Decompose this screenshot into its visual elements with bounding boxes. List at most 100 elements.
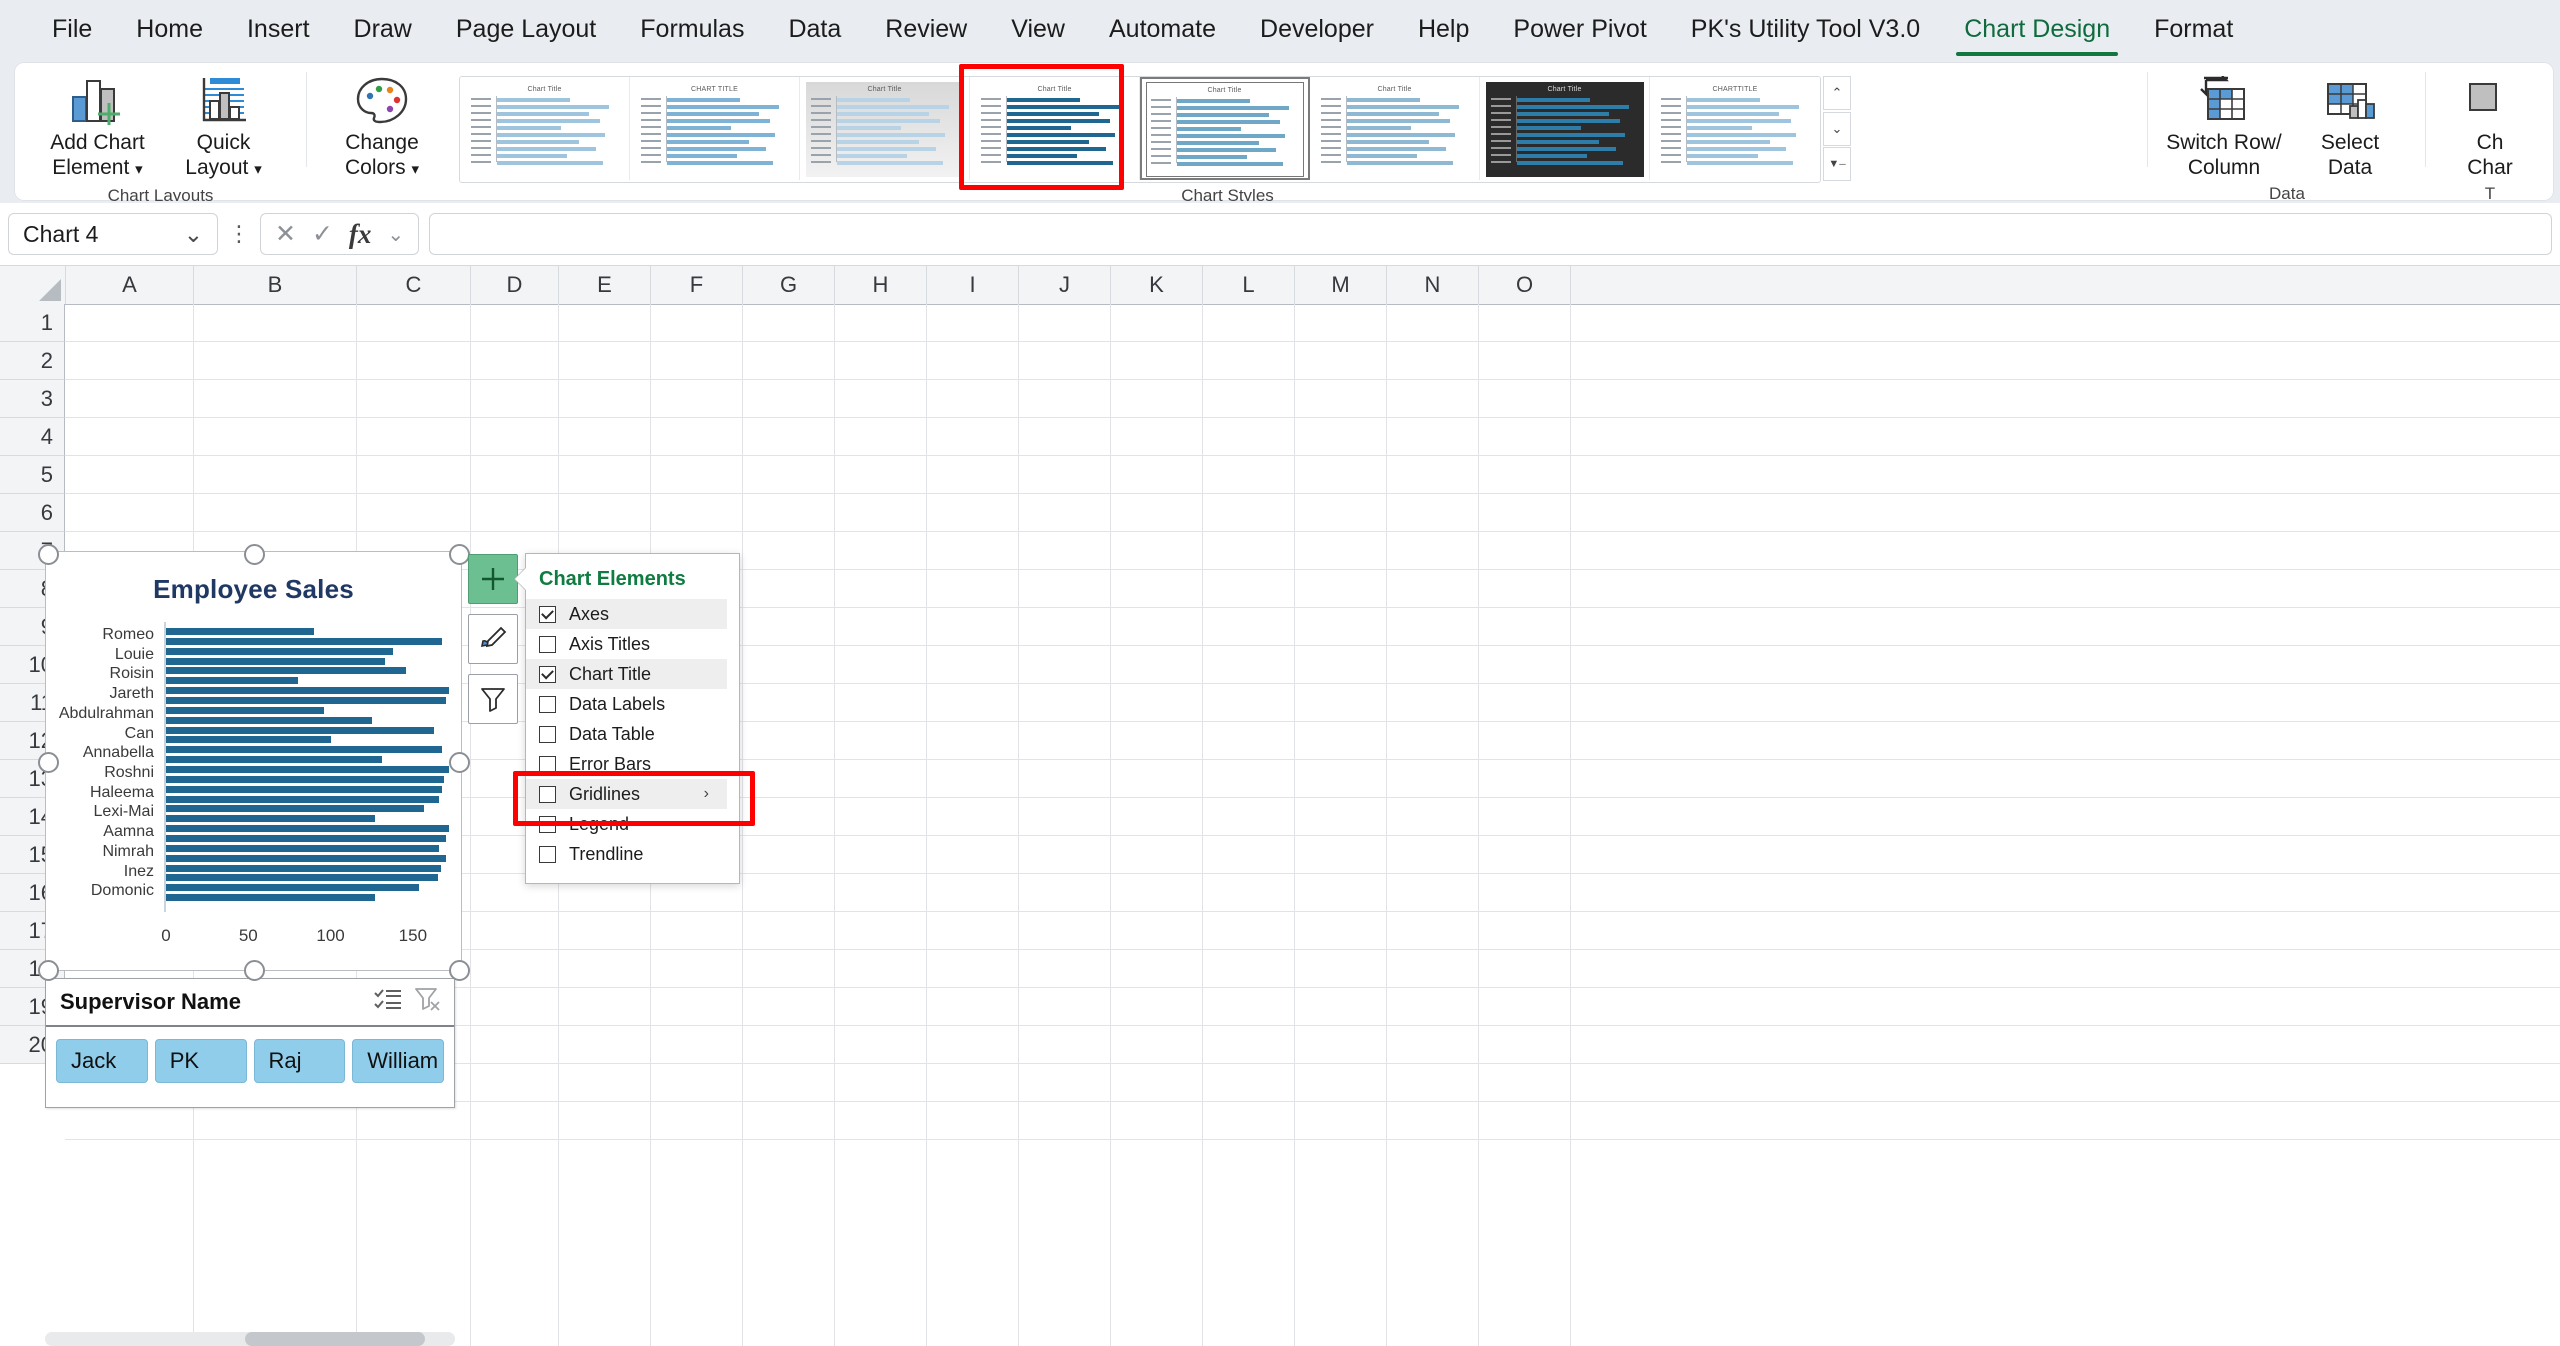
ribbon-tab-draw[interactable]: Draw bbox=[332, 10, 434, 48]
chart-style-thumbnail-6[interactable]: Chart Title bbox=[1310, 77, 1480, 180]
chart-bar[interactable] bbox=[166, 736, 331, 744]
chart-bar[interactable] bbox=[166, 884, 420, 892]
ribbon-tab-data[interactable]: Data bbox=[766, 10, 863, 48]
checkbox-icon[interactable] bbox=[539, 845, 556, 863]
ribbon-tab-pk-s-utility-tool-v3-0[interactable]: PK's Utility Tool V3.0 bbox=[1669, 10, 1942, 48]
chart-element-item-data-labels[interactable]: Data Labels bbox=[526, 689, 739, 719]
chart-object[interactable]: Employee Sales Romeo Louie Roisin Jareth Abd… bbox=[45, 551, 462, 971]
enter-icon[interactable]: ✓ bbox=[312, 219, 333, 249]
cancel-icon[interactable]: ✕ bbox=[275, 219, 296, 249]
chart-plot-area[interactable]: Romeo Louie Roisin Jareth Abdulrahman Can Anna… bbox=[46, 622, 453, 912]
chart-resize-handle-ml[interactable] bbox=[38, 752, 59, 773]
chart-bar[interactable] bbox=[166, 864, 441, 872]
checkbox-icon[interactable] bbox=[539, 725, 556, 743]
column-header-D[interactable]: D bbox=[471, 266, 559, 304]
slicer-item-raj[interactable]: Raj bbox=[253, 1039, 346, 1083]
slicer-items[interactable]: Jack PK Raj William bbox=[46, 1027, 454, 1095]
gallery-more-button[interactable]: ▼ ─ bbox=[1823, 147, 1851, 181]
chart-bar[interactable] bbox=[166, 637, 443, 645]
chart-bar[interactable] bbox=[166, 835, 446, 842]
chart-bar[interactable] bbox=[166, 716, 372, 724]
ribbon-tab-review[interactable]: Review bbox=[863, 10, 989, 48]
chart-bar[interactable] bbox=[166, 697, 446, 704]
column-header-G[interactable]: G bbox=[743, 266, 835, 304]
chart-elements-popup[interactable]: Chart Elements Axes Axis Titles Chart Titl… bbox=[525, 553, 740, 884]
ribbon-tab-format[interactable]: Format bbox=[2132, 10, 2255, 48]
chart-element-item-error-bars[interactable]: Error Bars bbox=[526, 749, 739, 779]
checkbox-icon[interactable] bbox=[539, 635, 556, 653]
ribbon-tab-formulas[interactable]: Formulas bbox=[618, 10, 766, 48]
chart-bar[interactable] bbox=[166, 815, 375, 823]
chart-element-item-trendline[interactable]: Trendline bbox=[526, 839, 739, 869]
slicer-item-jack[interactable]: Jack bbox=[56, 1039, 148, 1083]
column-header-C[interactable]: C bbox=[357, 266, 471, 304]
chart-element-item-axis-titles[interactable]: Axis Titles bbox=[526, 629, 739, 659]
chart-bar[interactable] bbox=[166, 647, 394, 655]
quick-layout-button[interactable]: Quick Layout ▾ bbox=[161, 70, 287, 186]
chart-bar[interactable] bbox=[166, 706, 324, 714]
chart-bar[interactable] bbox=[166, 657, 385, 665]
column-header-M[interactable]: M bbox=[1295, 266, 1387, 304]
row-header-6[interactable]: 6 bbox=[0, 494, 65, 532]
chevron-down-icon[interactable]: ▾ bbox=[254, 161, 262, 178]
chevron-right-icon[interactable]: › bbox=[704, 785, 709, 803]
column-header-E[interactable]: E bbox=[559, 266, 651, 304]
checkbox-icon[interactable] bbox=[539, 665, 556, 683]
change-chart-type-button[interactable]: Ch Char bbox=[2427, 70, 2553, 184]
add-chart-element-button[interactable]: Add Chart Element ▾ bbox=[35, 70, 161, 186]
chart-category-axis-labels[interactable]: Romeo Louie Roisin Jareth Abdulrahman Can Anna… bbox=[46, 622, 158, 912]
row-header-3[interactable]: 3 bbox=[0, 380, 65, 418]
chart-bar[interactable] bbox=[166, 825, 450, 833]
chart-bar[interactable] bbox=[166, 874, 438, 882]
checkbox-icon[interactable] bbox=[539, 695, 556, 713]
column-header-J[interactable]: J bbox=[1019, 266, 1111, 304]
chart-element-item-chart-title[interactable]: Chart Title bbox=[526, 659, 727, 689]
formula-bar-options-icon[interactable]: ⋮ bbox=[228, 223, 250, 245]
chart-bar[interactable] bbox=[166, 756, 382, 764]
chart-resize-handle-tr[interactable] bbox=[449, 544, 470, 565]
chart-filters-button[interactable] bbox=[468, 674, 518, 724]
chart-bar[interactable] bbox=[166, 785, 443, 793]
chart-bar[interactable] bbox=[166, 667, 407, 675]
chart-bar[interactable] bbox=[166, 726, 435, 734]
chevron-down-icon[interactable]: ▾ bbox=[135, 161, 143, 178]
checkbox-icon[interactable] bbox=[539, 815, 556, 833]
column-header-O[interactable]: O bbox=[1479, 266, 1571, 304]
row-header-2[interactable]: 2 bbox=[0, 342, 65, 380]
chart-bar[interactable] bbox=[166, 894, 375, 902]
chart-bar[interactable] bbox=[166, 795, 440, 803]
column-header-K[interactable]: K bbox=[1111, 266, 1203, 304]
row-header-5[interactable]: 5 bbox=[0, 456, 65, 494]
chart-bar[interactable] bbox=[166, 766, 450, 773]
chart-elements-list[interactable]: Axes Axis Titles Chart Title Data Labels Dat… bbox=[526, 599, 739, 869]
chart-element-item-legend[interactable]: Legend bbox=[526, 809, 739, 839]
ribbon-tab-view[interactable]: View bbox=[989, 10, 1087, 48]
column-header-I[interactable]: I bbox=[927, 266, 1019, 304]
row-header-4[interactable]: 4 bbox=[0, 418, 65, 456]
chart-styles-button[interactable] bbox=[468, 614, 518, 664]
chart-style-thumbnail-8[interactable]: CHARTTITLE bbox=[1650, 77, 1820, 180]
chart-resize-handle-br[interactable] bbox=[449, 960, 470, 981]
formula-input[interactable] bbox=[429, 213, 2552, 255]
ribbon-tab-help[interactable]: Help bbox=[1396, 10, 1491, 48]
gallery-scroll-up-button[interactable]: ⌃ bbox=[1823, 76, 1851, 110]
chart-bars-area[interactable] bbox=[164, 622, 453, 912]
column-header-H[interactable]: H bbox=[835, 266, 927, 304]
checkbox-icon[interactable] bbox=[539, 755, 556, 773]
chart-bar[interactable] bbox=[166, 677, 298, 685]
chevron-down-icon[interactable]: ▾ bbox=[412, 161, 420, 178]
chart-style-thumbnail-7[interactable]: Chart Title bbox=[1480, 77, 1650, 180]
switch-row-column-button[interactable]: Switch Row/ Column bbox=[2161, 70, 2287, 184]
chart-value-axis-labels[interactable]: 0 50 100 150 bbox=[161, 926, 461, 948]
chart-bar[interactable] bbox=[166, 775, 445, 783]
chevron-down-icon[interactable]: ⌄ bbox=[387, 222, 404, 247]
column-header-F[interactable]: F bbox=[651, 266, 743, 304]
ribbon-tab-automate[interactable]: Automate bbox=[1087, 10, 1238, 48]
ribbon-tab-page-layout[interactable]: Page Layout bbox=[434, 10, 618, 48]
horizontal-scrollbar[interactable] bbox=[45, 1332, 455, 1346]
chart-bar[interactable] bbox=[166, 628, 315, 635]
slicer-item-william[interactable]: William bbox=[352, 1039, 444, 1083]
select-all-corner[interactable] bbox=[0, 266, 66, 304]
chart-element-item-gridlines[interactable]: Gridlines › bbox=[526, 779, 727, 809]
ribbon-tab-home[interactable]: Home bbox=[114, 10, 225, 48]
